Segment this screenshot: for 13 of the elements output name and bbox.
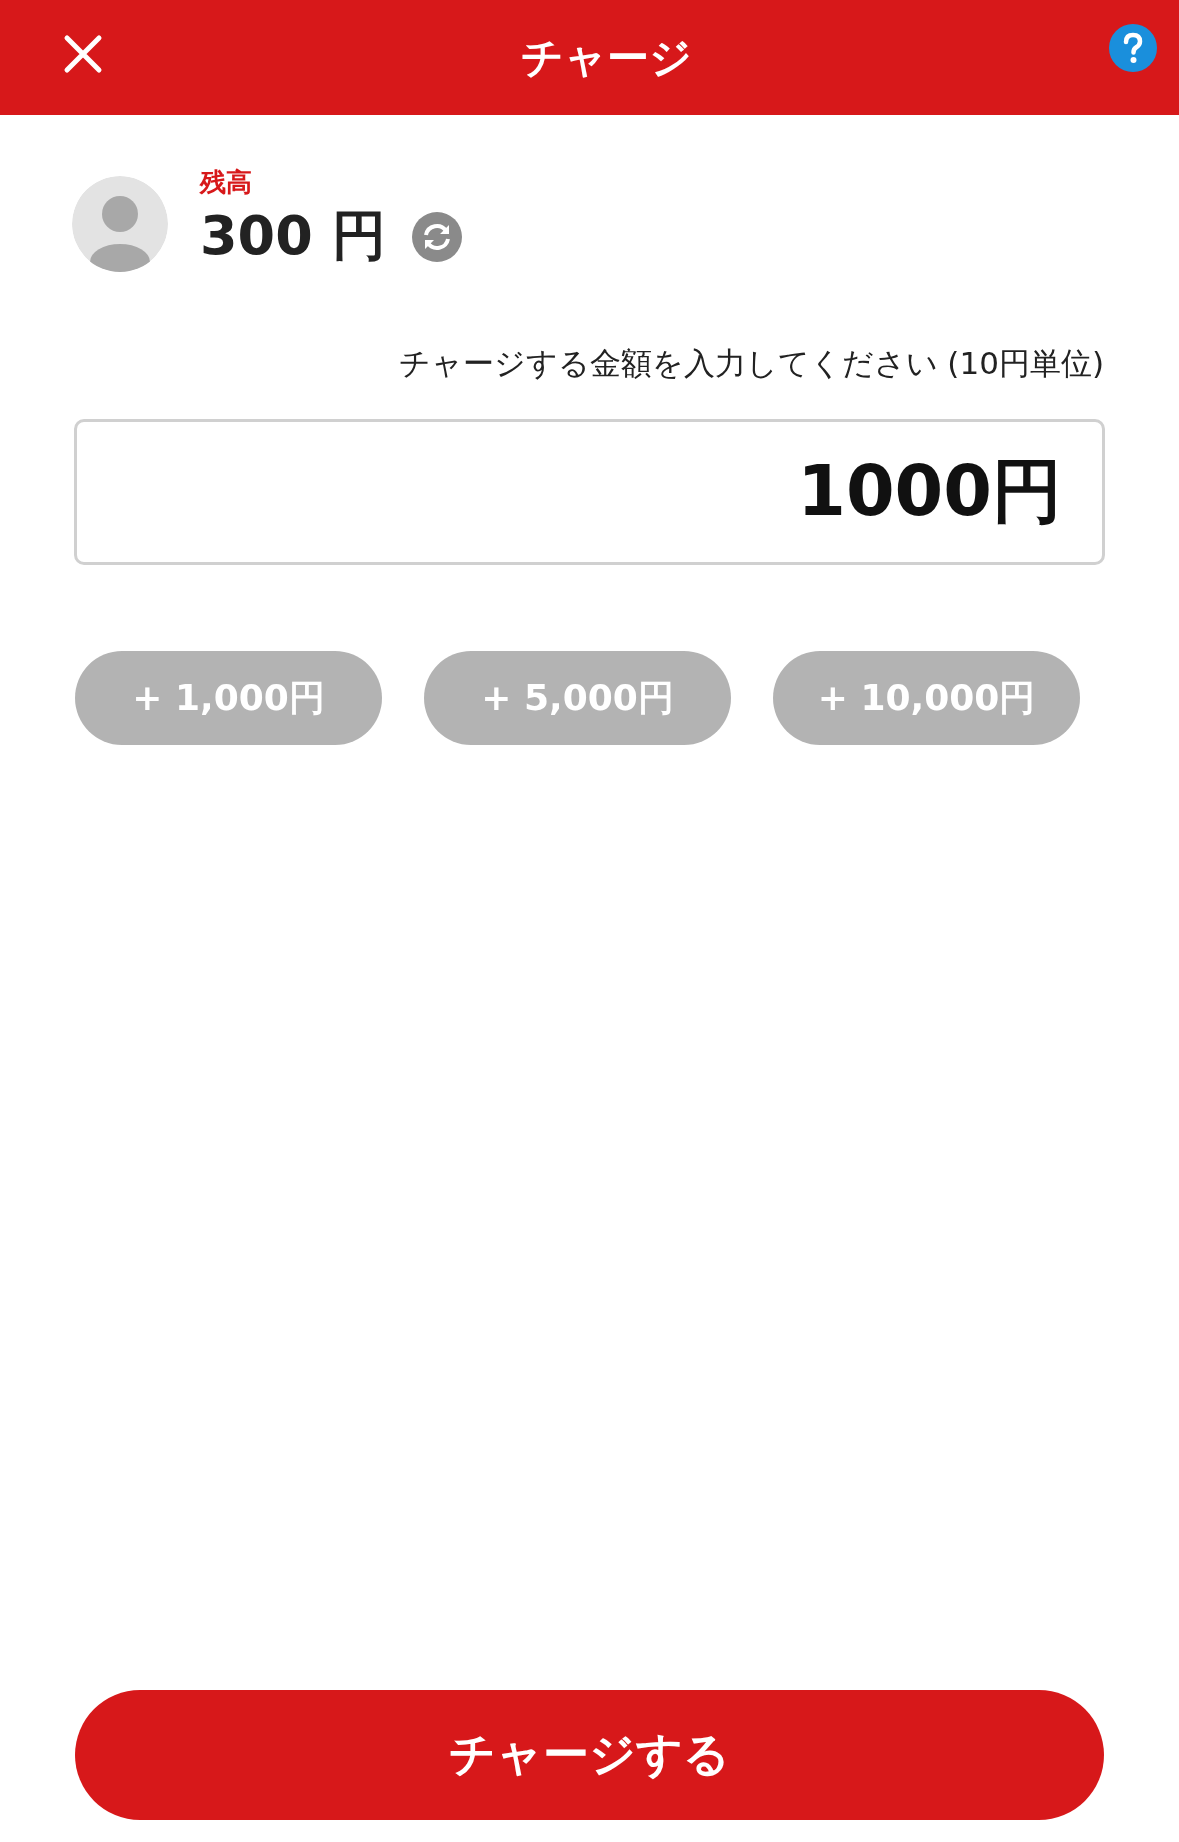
- quick-add-button[interactable]: + 5,000円: [424, 651, 731, 745]
- quick-add-button[interactable]: + 10,000円: [773, 651, 1080, 745]
- refresh-icon[interactable]: [411, 211, 462, 262]
- balance-amount: 300 円: [200, 203, 386, 269]
- amount-field[interactable]: 1000円: [74, 419, 1105, 565]
- avatar-icon: [72, 176, 168, 272]
- quick-add-button[interactable]: + 1,000円: [75, 651, 382, 745]
- help-icon[interactable]: [1109, 23, 1157, 72]
- balance-label: 残高: [200, 166, 253, 199]
- instruction-text: チャージする金額を入力してください (10円単位): [397, 344, 1105, 383]
- charge-button[interactable]: チャージする: [75, 1690, 1104, 1820]
- close-icon[interactable]: [63, 33, 103, 74]
- header-title: チャージ: [520, 31, 692, 84]
